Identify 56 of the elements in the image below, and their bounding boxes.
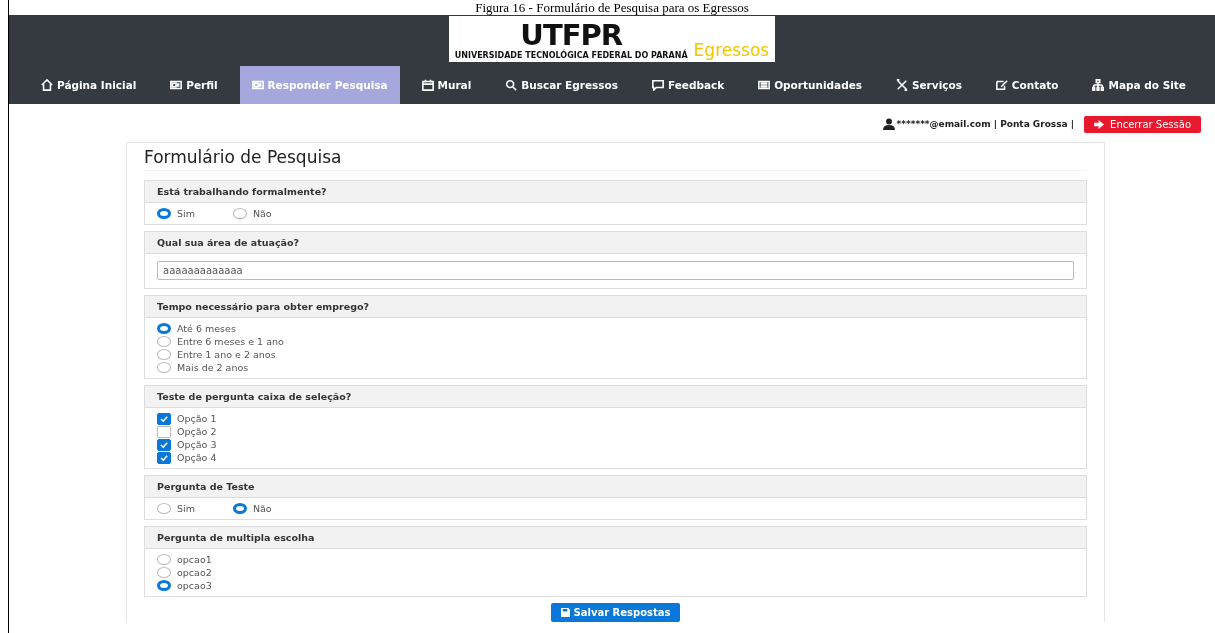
checkbox[interactable]: [157, 451, 171, 464]
question-label: Está trabalhando formalmente?: [145, 181, 1086, 203]
option-label: Opção 1: [177, 413, 217, 424]
option-label: Até 6 meses: [177, 323, 236, 334]
logout-button[interactable]: Encerrar Sessão: [1084, 115, 1201, 133]
radio-button[interactable]: [232, 208, 247, 219]
nav-link[interactable]: Perfil: [158, 66, 230, 104]
form-title: Formulário de Pesquisa: [144, 147, 1087, 171]
option-label: Não: [252, 208, 272, 219]
checkbox[interactable]: [157, 425, 171, 438]
nav-link[interactable]: Página Inicial: [29, 66, 149, 104]
option-label: Opção 4: [177, 452, 217, 463]
option-label: Opção 3: [177, 439, 217, 450]
question-label: Teste de pergunta caixa de seleção?: [145, 386, 1086, 408]
option-label: Não: [252, 503, 272, 514]
nav-link[interactable]: Mapa do Site: [1080, 66, 1198, 104]
option-label: opcao1: [177, 554, 212, 565]
logout-icon: [1094, 119, 1106, 129]
option-label: Opção 2: [177, 426, 217, 437]
option-label: Entre 6 meses e 1 ano: [177, 336, 284, 347]
logo-university-name: UNIVERSIDADE TECNOLÓGICA FEDERAL DO PARANÁ: [454, 51, 688, 60]
user-icon: [882, 118, 895, 130]
save-icon: [560, 608, 570, 617]
radio-button[interactable]: [157, 567, 171, 578]
checkbox[interactable]: [157, 438, 171, 451]
radio-button[interactable]: [157, 349, 171, 360]
radio-button[interactable]: [157, 208, 171, 219]
question-label: Qual sua área de atuação?: [145, 232, 1086, 254]
radio-button[interactable]: [157, 580, 171, 591]
option-label: opcao3: [177, 580, 212, 591]
nav-link[interactable]: Feedback: [639, 66, 737, 104]
nav-link[interactable]: Serviços: [883, 66, 974, 104]
radio-button[interactable]: [157, 554, 171, 565]
radio-button[interactable]: [157, 503, 171, 514]
option-label: Mais de 2 anos: [177, 362, 249, 373]
nav-link[interactable]: Mural: [409, 66, 484, 104]
radio-button[interactable]: [232, 503, 247, 514]
option-label: Sim: [177, 503, 195, 514]
user-info: *******@email.com | Ponta Grossa |: [896, 119, 1075, 129]
nav-link[interactable]: Buscar Egressos: [493, 66, 631, 104]
save-answers-button[interactable]: Salvar Respostas: [550, 603, 681, 622]
figure-caption: Figura 16 - Formulário de Pesquisa para os Egressos: [474, 0, 750, 15]
radio-button[interactable]: [157, 362, 171, 373]
answer-field[interactable]: aaaaaaaaaaaaa: [157, 261, 1074, 280]
radio-button[interactable]: [157, 323, 171, 334]
option-label: Entre 1 ano e 2 anos: [177, 349, 276, 360]
radio-button[interactable]: [157, 336, 171, 347]
option-label: Sim: [177, 208, 195, 219]
logo-product-name: Egressos: [693, 40, 770, 60]
question-label: Pergunta de multipla escolha: [145, 527, 1086, 549]
question-label: Pergunta de Teste: [145, 476, 1086, 498]
question-label: Tempo necessário para obter emprego?: [145, 296, 1086, 318]
checkbox[interactable]: [157, 412, 171, 425]
nav-link[interactable]: Contato: [983, 66, 1071, 104]
nav-link[interactable]: Oportunidades: [746, 66, 875, 104]
option-label: opcao2: [177, 567, 212, 578]
